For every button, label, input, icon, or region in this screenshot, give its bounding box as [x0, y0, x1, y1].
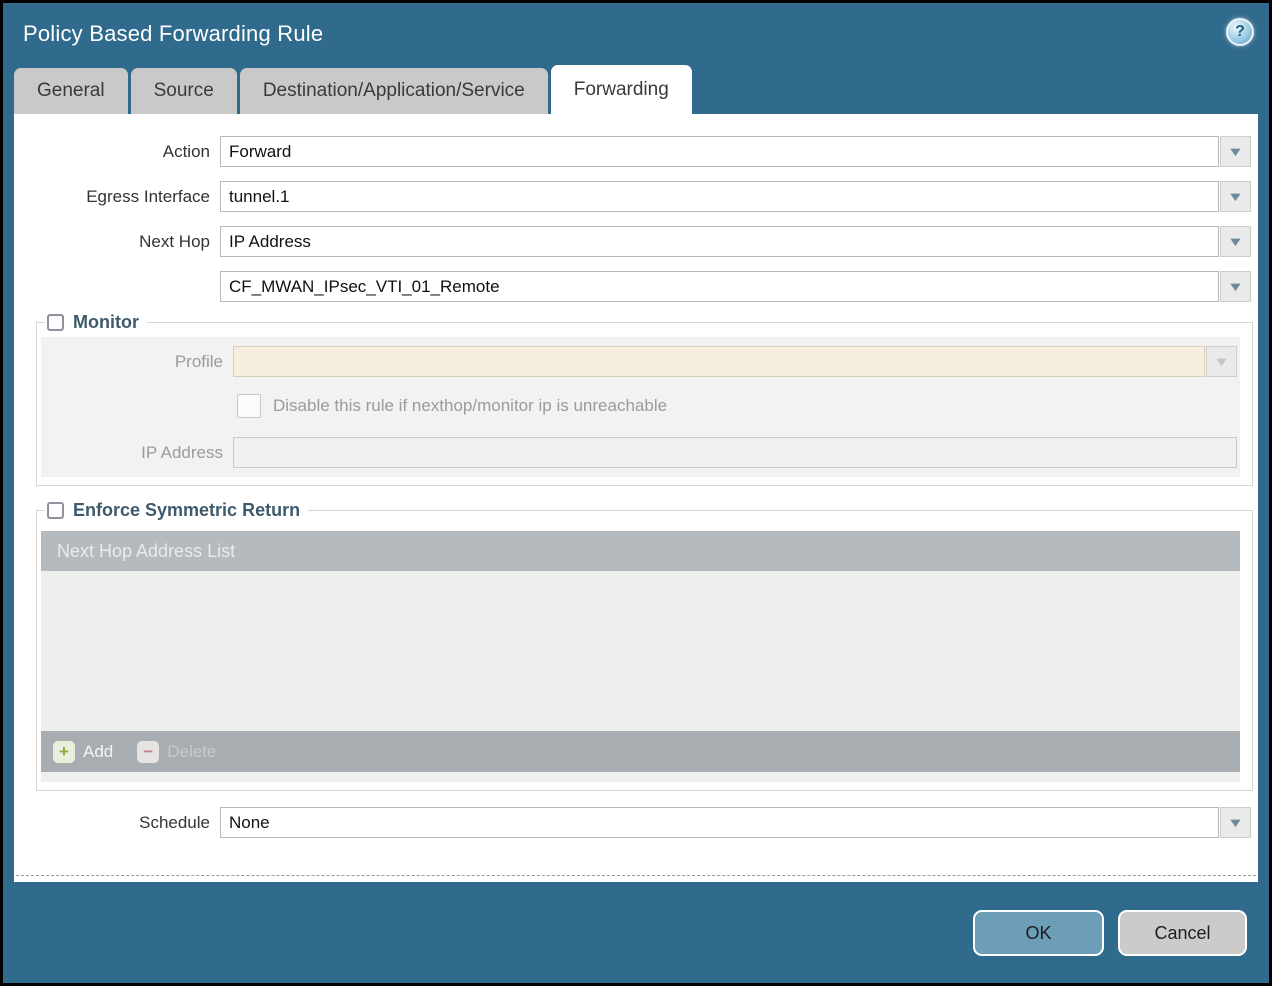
next-hop-address-list-toolbar: + Add − Delete [41, 731, 1240, 772]
help-icon[interactable]: ? [1226, 18, 1254, 46]
schedule-dropdown-button[interactable]: ▼ [1220, 807, 1251, 838]
disable-rule-row: Disable this rule if nexthop/monitor ip … [237, 394, 1237, 418]
chevron-down-icon: ▼ [1213, 355, 1230, 368]
monitor-ip-address-row: IP Address [41, 437, 1237, 468]
monitor-panel: Profile ▼ Disable this rule if nexthop/m… [41, 337, 1240, 477]
pbf-rule-dialog: Policy Based Forwarding Rule ? General S… [0, 0, 1272, 986]
next-hop-label: Next Hop [14, 232, 220, 252]
cancel-button[interactable]: Cancel [1118, 910, 1247, 956]
next-hop-address-combo: CF_MWAN_IPsec_VTI_01_Remote ▼ [220, 271, 1251, 302]
enforce-symmetric-return-group: Enforce Symmetric Return Next Hop Addres… [36, 500, 1253, 791]
monitor-ip-address-input [233, 437, 1237, 468]
chevron-down-icon: ▼ [1227, 816, 1244, 829]
monitor-ip-address-label: IP Address [41, 443, 233, 463]
action-combo: Forward ▼ [220, 136, 1251, 167]
monitor-group: Monitor Profile ▼ Disable this rule if n… [36, 312, 1253, 486]
profile-dropdown-button: ▼ [1206, 346, 1237, 377]
egress-interface-combo: tunnel.1 ▼ [220, 181, 1251, 212]
next-hop-address-dropdown-button[interactable]: ▼ [1220, 271, 1251, 302]
forwarding-tab-panel: Action Forward ▼ Egress Interface tunnel… [14, 114, 1258, 882]
schedule-label: Schedule [14, 813, 220, 833]
disable-rule-label: Disable this rule if nexthop/monitor ip … [273, 396, 667, 416]
enforce-symmetric-return-checkbox[interactable] [47, 502, 64, 519]
profile-combo: ▼ [233, 346, 1237, 377]
tab-general[interactable]: General [14, 68, 128, 114]
monitor-legend: Monitor [45, 312, 147, 333]
dialog-title: Policy Based Forwarding Rule [23, 21, 323, 47]
action-value[interactable]: Forward [220, 136, 1219, 167]
action-label: Action [14, 142, 220, 162]
next-hop-address-value[interactable]: CF_MWAN_IPsec_VTI_01_Remote [220, 271, 1219, 302]
chevron-down-icon: ▼ [1227, 190, 1244, 203]
egress-interface-label: Egress Interface [14, 187, 220, 207]
schedule-combo: None ▼ [220, 807, 1251, 838]
next-hop-address-list-body [41, 571, 1240, 731]
egress-interface-row: Egress Interface tunnel.1 ▼ [14, 181, 1251, 212]
action-row: Action Forward ▼ [14, 136, 1251, 167]
action-dropdown-button[interactable]: ▼ [1220, 136, 1251, 167]
tab-destination-application-service[interactable]: Destination/Application/Service [240, 68, 548, 114]
profile-value [233, 346, 1205, 377]
enforce-symmetric-return-legend-label: Enforce Symmetric Return [73, 500, 300, 521]
tab-forwarding[interactable]: Forwarding [551, 65, 692, 114]
chevron-down-icon: ▼ [1227, 145, 1244, 158]
next-hop-address-row: CF_MWAN_IPsec_VTI_01_Remote ▼ [14, 271, 1251, 302]
ok-button[interactable]: OK [973, 910, 1104, 956]
dialog-titlebar: Policy Based Forwarding Rule ? [3, 3, 1269, 65]
next-hop-address-list-header: Next Hop Address List [41, 531, 1240, 571]
enforce-symmetric-return-legend: Enforce Symmetric Return [45, 500, 308, 521]
disable-rule-checkbox [237, 394, 261, 418]
minus-icon: − [137, 741, 159, 763]
next-hop-dropdown-button[interactable]: ▼ [1220, 226, 1251, 257]
next-hop-combo: IP Address ▼ [220, 226, 1251, 257]
tab-source[interactable]: Source [131, 68, 237, 114]
delete-button: − Delete [137, 741, 216, 763]
monitor-checkbox[interactable] [47, 314, 64, 331]
table-bottom-strip [41, 772, 1240, 782]
chevron-down-icon: ▼ [1227, 235, 1244, 248]
chevron-down-icon: ▼ [1227, 280, 1244, 293]
profile-row: Profile ▼ [41, 346, 1237, 377]
dialog-footer: OK Cancel [3, 882, 1269, 956]
next-hop-type-value[interactable]: IP Address [220, 226, 1219, 257]
profile-label: Profile [41, 352, 233, 372]
next-hop-row: Next Hop IP Address ▼ [14, 226, 1251, 257]
tab-bar: General Source Destination/Application/S… [14, 65, 1269, 114]
monitor-legend-label: Monitor [73, 312, 139, 333]
schedule-row: Schedule None ▼ [14, 807, 1251, 838]
next-hop-address-list-table: Next Hop Address List + Add − Delete [41, 531, 1240, 782]
egress-interface-value[interactable]: tunnel.1 [220, 181, 1219, 212]
schedule-value[interactable]: None [220, 807, 1219, 838]
plus-icon: + [53, 741, 75, 763]
add-button[interactable]: + Add [53, 741, 113, 763]
egress-interface-dropdown-button[interactable]: ▼ [1220, 181, 1251, 212]
